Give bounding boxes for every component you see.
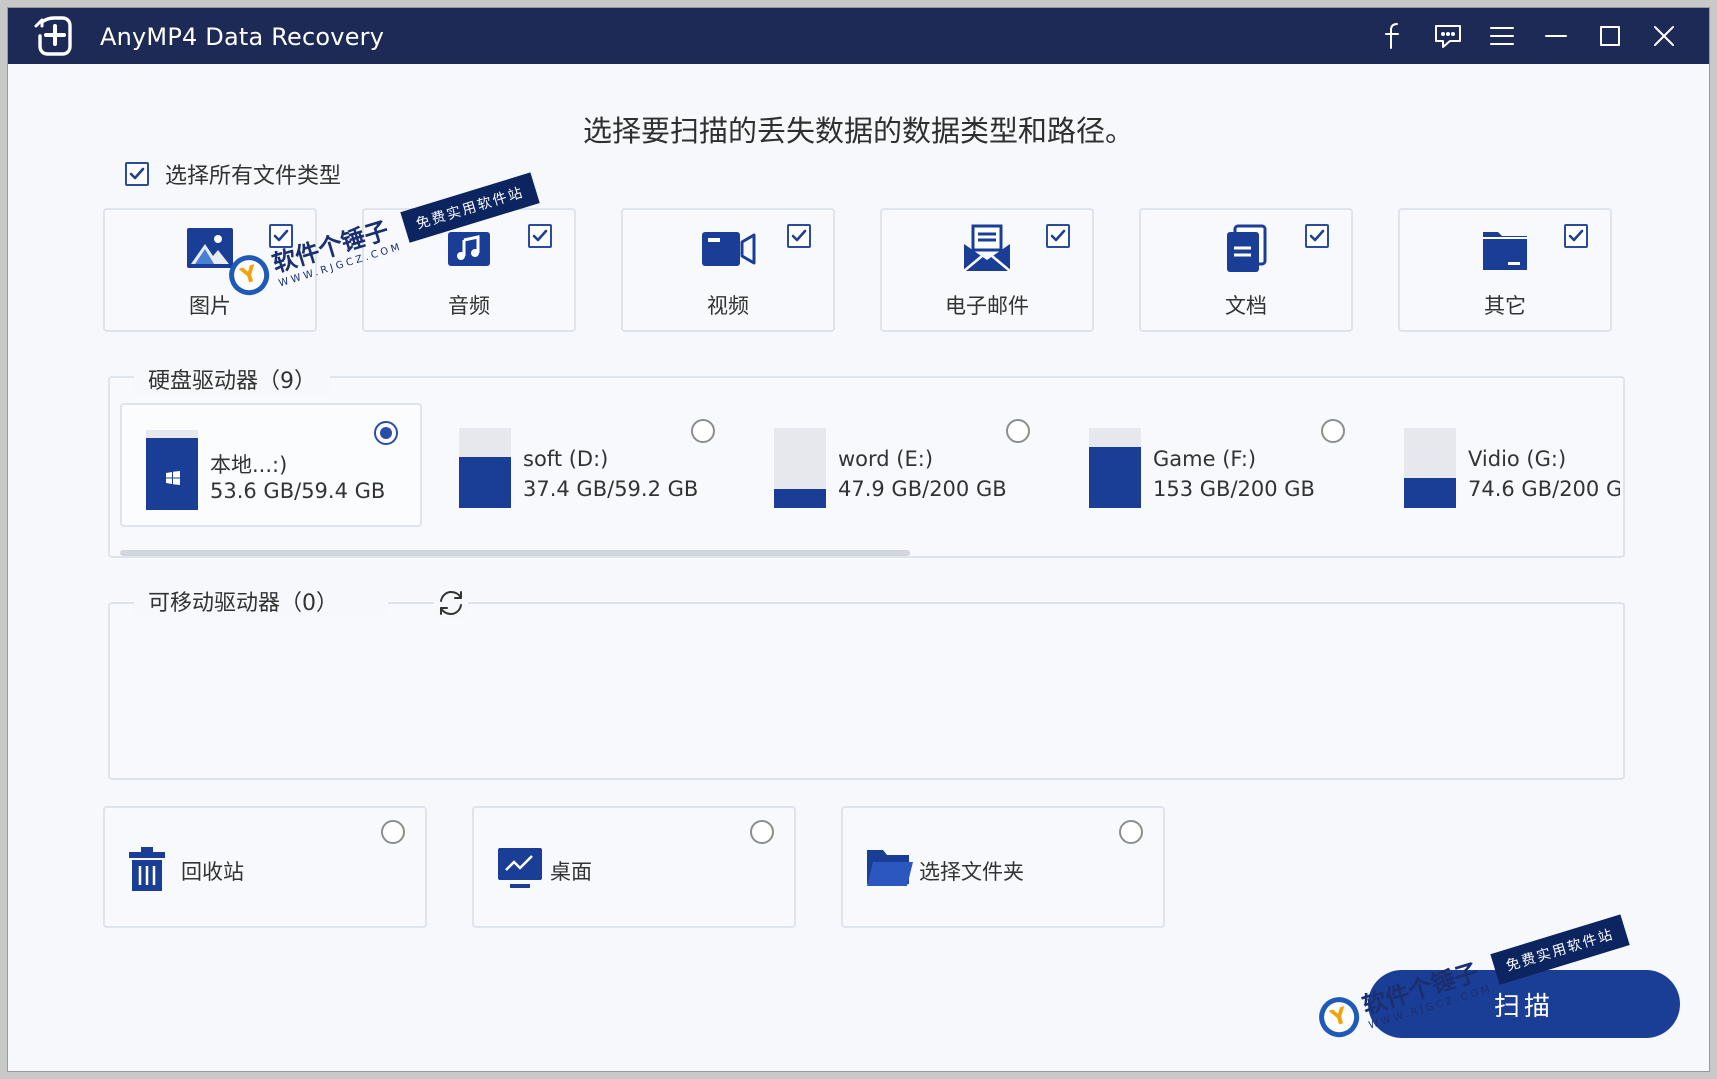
location-desktop[interactable]: 桌面 — [472, 806, 796, 928]
drive-radio[interactable] — [1006, 419, 1030, 443]
select-all-checkbox[interactable] — [125, 162, 149, 186]
file-type-label: 文档 — [1225, 294, 1267, 318]
facebook-icon[interactable] — [1367, 16, 1421, 56]
other-folder-icon — [1483, 232, 1527, 270]
file-type-label: 电子邮件 — [945, 294, 1029, 318]
location-recycle-bin[interactable]: 回收站 — [103, 806, 427, 928]
recycle-bin-icon — [129, 847, 165, 891]
file-type-other[interactable]: 其它 — [1398, 208, 1612, 332]
hard-drives-title: 硬盘驱动器（9） — [134, 363, 330, 395]
drive-size: 53.6 GB/59.4 GB — [210, 479, 386, 503]
select-all-types[interactable]: 选择所有文件类型 — [125, 158, 341, 190]
desktop-icon — [498, 848, 542, 888]
maximize-icon[interactable] — [1583, 16, 1637, 56]
file-type-label: 视频 — [707, 294, 749, 318]
close-icon[interactable] — [1637, 16, 1691, 56]
select-all-label: 选择所有文件类型 — [165, 164, 342, 189]
file-type-video[interactable]: 视频 — [621, 208, 835, 332]
drive-name: Vidio (G:) — [1468, 447, 1567, 471]
disk-used-fill — [1404, 478, 1456, 508]
folder-icon — [867, 850, 913, 886]
location-label: 桌面 — [550, 860, 592, 884]
title-bar: AnyMP4 Data Recovery — [8, 8, 1709, 64]
disk-usage-bar — [146, 430, 198, 510]
document-icon — [1227, 224, 1267, 272]
removable-drives-title: 可移动驱动器（0） — [134, 585, 388, 617]
windows-icon — [166, 471, 180, 485]
drive-g[interactable]: Vidio (G:) 74.6 GB/200 GB — [1380, 403, 1620, 527]
video-checkbox[interactable] — [787, 224, 811, 248]
menu-icon[interactable] — [1475, 16, 1529, 56]
drive-radio[interactable] — [374, 421, 398, 445]
drive-name: Game (F:) — [1153, 447, 1257, 471]
drive-radio[interactable] — [691, 419, 715, 443]
document-checkbox[interactable] — [1305, 224, 1329, 248]
drive-size: 153 GB/200 GB — [1153, 477, 1315, 501]
drive-f[interactable]: Game (F:) 153 GB/200 GB — [1065, 403, 1367, 527]
disk-used-fill — [774, 488, 826, 508]
disk-used-fill — [459, 457, 511, 508]
disk-usage-bar — [1089, 428, 1141, 508]
drive-size: 37.4 GB/59.2 GB — [523, 477, 699, 501]
drive-radio[interactable] — [1321, 419, 1345, 443]
file-type-label: 图片 — [189, 294, 231, 318]
disk-usage-bar — [774, 428, 826, 508]
email-checkbox[interactable] — [1046, 224, 1070, 248]
drive-size: 47.9 GB/200 GB — [838, 477, 1007, 501]
audio-checkbox[interactable] — [528, 224, 552, 248]
page-headline: 选择要扫描的丢失数据的数据类型和路径。 — [582, 114, 1134, 148]
location-radio[interactable] — [750, 820, 774, 844]
file-type-document[interactable]: 文档 — [1139, 208, 1353, 332]
app-window: AnyMP4 Data Recovery 选择要扫描的丢失数据的数据类型和路径。 — [7, 7, 1710, 1072]
other-checkbox[interactable] — [1564, 224, 1588, 248]
drive-name: soft (D:) — [523, 447, 609, 471]
file-type-email[interactable]: 电子邮件 — [880, 208, 1094, 332]
drive-name: 本地...:) — [210, 453, 288, 477]
drives-horizontal-scrollbar[interactable] — [120, 550, 910, 556]
file-type-label: 其它 — [1484, 294, 1526, 318]
removable-drives-group — [108, 602, 1625, 780]
disk-usage-bar — [1404, 428, 1456, 508]
location-select-folder[interactable]: 选择文件夹 — [841, 806, 1165, 928]
drive-name: word (E:) — [838, 447, 934, 471]
drive-c[interactable]: 本地...:) 53.6 GB/59.4 GB — [120, 403, 422, 527]
disk-usage-bar — [459, 428, 511, 508]
location-label: 回收站 — [181, 860, 244, 884]
file-type-label: 音频 — [448, 294, 490, 318]
drive-d[interactable]: soft (D:) 37.4 GB/59.2 GB — [435, 403, 737, 527]
minimize-icon[interactable] — [1529, 16, 1583, 56]
video-icon — [702, 232, 756, 266]
location-label: 选择文件夹 — [919, 860, 1024, 884]
location-radio[interactable] — [1119, 820, 1143, 844]
refresh-icon[interactable] — [434, 586, 468, 620]
disk-used-fill — [1089, 446, 1141, 508]
location-radio[interactable] — [381, 820, 405, 844]
app-title: AnyMP4 Data Recovery — [100, 23, 385, 51]
email-icon — [963, 224, 1011, 272]
feedback-icon[interactable] — [1421, 16, 1475, 56]
drive-e[interactable]: word (E:) 47.9 GB/200 GB — [750, 403, 1052, 527]
window-controls — [1367, 16, 1691, 56]
app-logo-icon — [34, 16, 72, 56]
drive-size: 74.6 GB/200 GB — [1468, 477, 1620, 501]
